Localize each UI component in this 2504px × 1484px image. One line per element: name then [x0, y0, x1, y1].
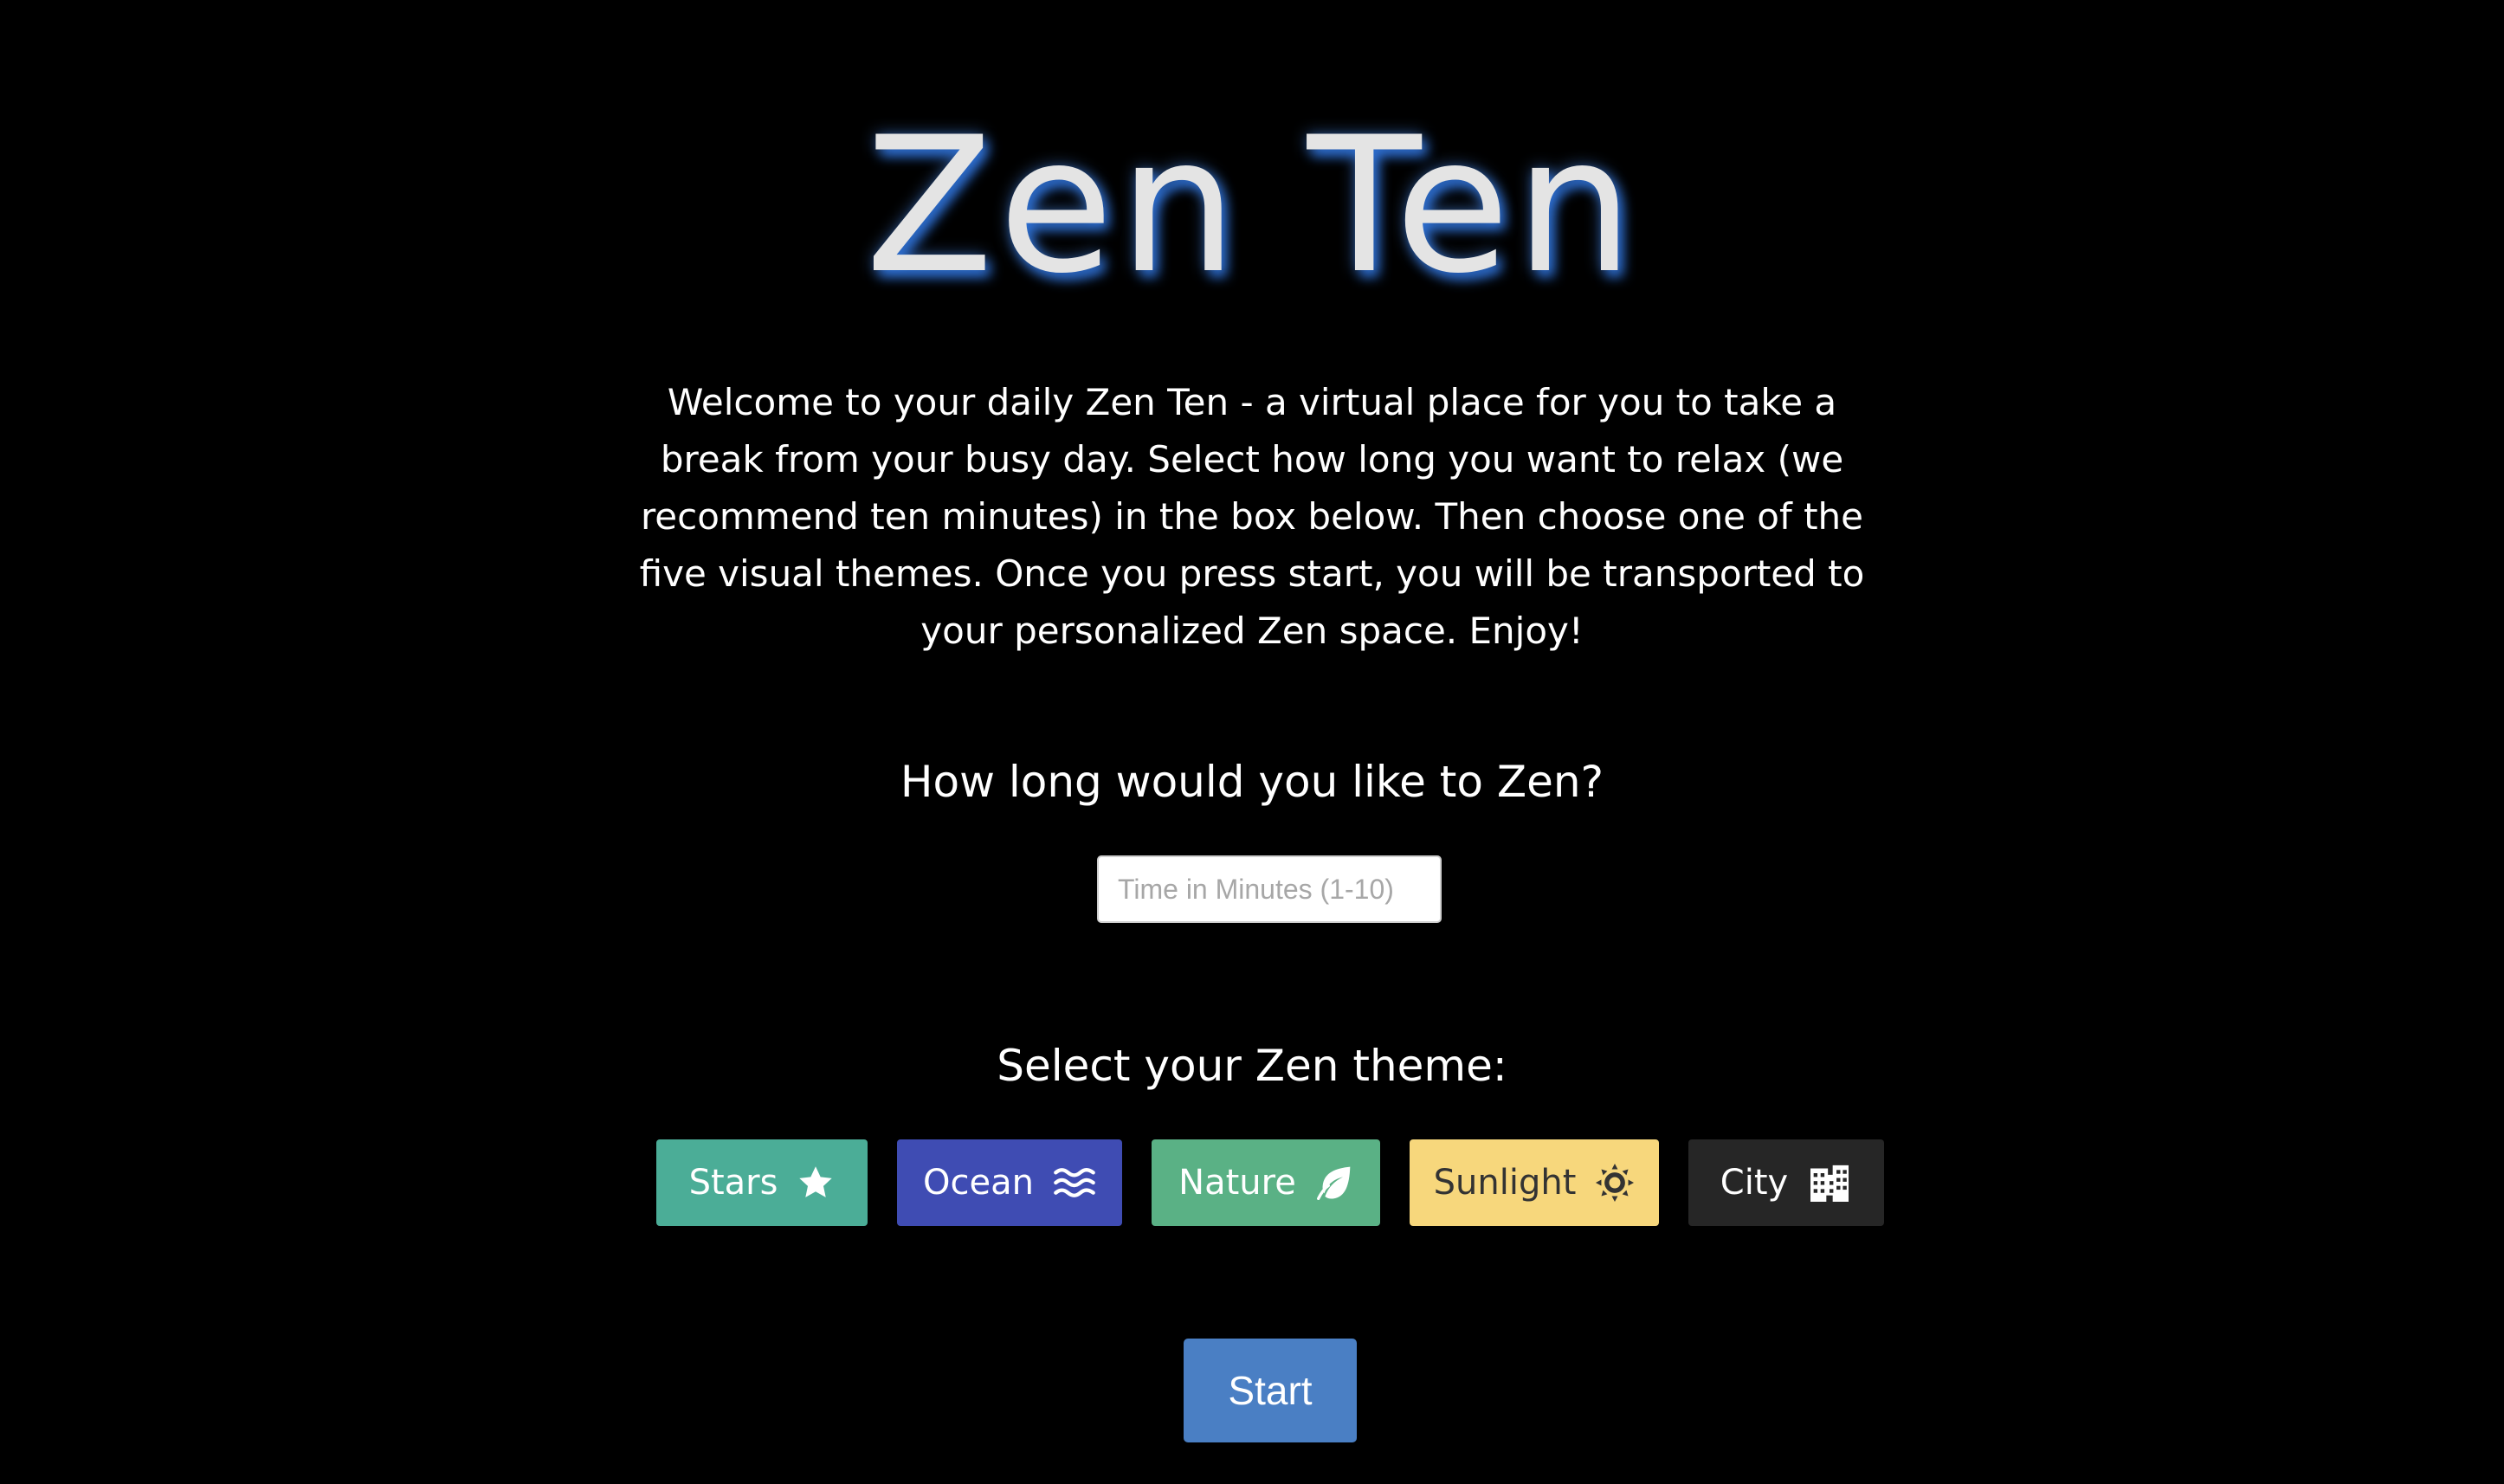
- time-input[interactable]: [1097, 855, 1442, 923]
- theme-buttons: Stars Ocean Nature Sunlight City: [0, 1139, 2504, 1226]
- theme-label-city: City: [1720, 1163, 1789, 1203]
- theme-prompt: Select your Zen theme:: [997, 1041, 1507, 1091]
- time-prompt: How long would you like to Zen?: [900, 757, 1604, 807]
- theme-button-sunlight[interactable]: Sunlight: [1410, 1139, 1659, 1226]
- star-icon: [797, 1164, 835, 1202]
- theme-button-ocean[interactable]: Ocean: [897, 1139, 1122, 1226]
- page-title: Zen Ten: [865, 97, 1639, 314]
- intro-text: Welcome to your daily Zen Ten - a virtua…: [639, 381, 1865, 652]
- start-button[interactable]: Start: [1184, 1339, 1357, 1442]
- page: Zen Ten Welcome to your daily Zen Ten - …: [0, 0, 2504, 1484]
- theme-label-ocean: Ocean: [923, 1163, 1034, 1203]
- theme-label-nature: Nature: [1178, 1163, 1296, 1203]
- theme-label-sunlight: Sunlight: [1433, 1163, 1577, 1203]
- leaf-icon: [1315, 1165, 1353, 1200]
- city-icon: [1807, 1164, 1852, 1202]
- sun-icon: [1595, 1163, 1635, 1203]
- water-icon: [1053, 1165, 1096, 1200]
- theme-label-stars: Stars: [688, 1163, 778, 1203]
- theme-button-city[interactable]: City: [1688, 1139, 1884, 1226]
- theme-button-stars[interactable]: Stars: [656, 1139, 868, 1226]
- theme-button-nature[interactable]: Nature: [1152, 1139, 1380, 1226]
